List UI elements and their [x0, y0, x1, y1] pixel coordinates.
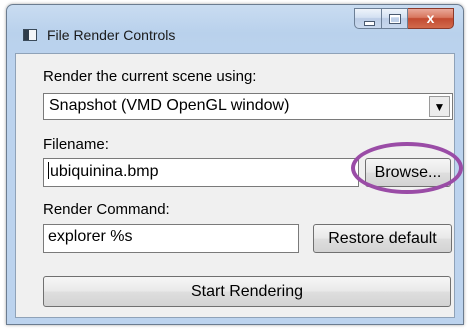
start-rendering-button[interactable]: Start Rendering [43, 276, 451, 307]
close-button[interactable]: x [408, 8, 454, 29]
maximize-button[interactable] [382, 8, 408, 29]
render-command-input[interactable]: explorer %s [43, 224, 299, 253]
render-method-label: Render the current scene using: [43, 68, 257, 85]
close-icon: x [426, 10, 435, 26]
app-window-icon [23, 29, 37, 41]
text-caret [48, 162, 49, 179]
minimize-button[interactable] [354, 8, 382, 29]
filename-label: Filename: [43, 136, 109, 153]
render-command-value: explorer %s [48, 228, 133, 245]
filename-value: ubiquinina.bmp [50, 163, 159, 180]
render-method-selected: Snapshot (VMD OpenGL window) [49, 97, 290, 114]
title-bar[interactable]: File Render Controls x [7, 5, 463, 53]
dialog-body: Render the current scene using: Snapshot… [15, 53, 455, 318]
render-method-dropdown[interactable]: Snapshot (VMD OpenGL window) ▼ [43, 93, 453, 120]
filename-input[interactable]: ubiquinina.bmp [43, 158, 359, 187]
file-render-controls-window: File Render Controls x Render the curren… [6, 4, 464, 325]
maximize-icon [389, 14, 401, 24]
minimize-icon [364, 21, 375, 26]
render-command-label: Render Command: [43, 201, 170, 218]
restore-default-button[interactable]: Restore default [313, 224, 452, 253]
window-title: File Render Controls [47, 27, 176, 43]
browse-button[interactable]: Browse... [365, 158, 451, 187]
window-controls: x [354, 8, 454, 35]
dropdown-arrow-icon[interactable]: ▼ [429, 96, 450, 117]
